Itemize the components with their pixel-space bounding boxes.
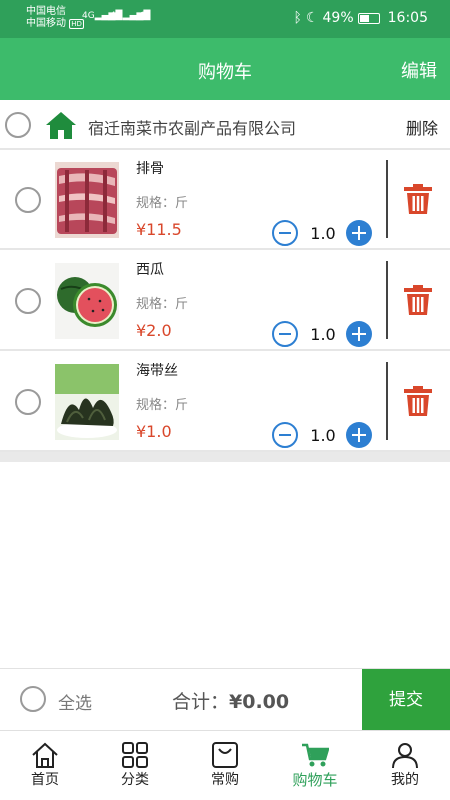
select-all-checkbox[interactable] [20,686,46,712]
increase-button[interactable] [346,220,372,246]
clock: 16:05 [387,10,428,26]
total-amount: 合计：¥0.00 [172,687,289,714]
product-image-watermelon [55,263,119,339]
tab-label: 我的 [391,772,419,788]
product-image-kelp [55,364,119,440]
product-price: ¥2.0 [136,321,172,340]
status-right: ᛒ ☾ 49% 16:05 [294,10,428,26]
tab-label: 常购 [211,772,239,788]
product-name: 西瓜 [136,262,164,278]
submit-button[interactable]: 提交 [362,669,450,731]
battery-percent: 49% [322,10,354,26]
quantity-stepper: 1.0 [272,422,374,450]
cart-item: 排骨 规格：斤 ¥11.5 1.0 [0,150,450,250]
moon-icon: ☾ [305,10,319,26]
select-all-label[interactable]: 全选 [58,689,92,714]
product-price: ¥11.5 [136,220,182,239]
tab-category[interactable]: 分类 [90,731,180,800]
trash-icon[interactable] [404,386,432,416]
home-icon [46,112,76,139]
cart-item: 西瓜 规格：斤 ¥2.0 1.0 [0,251,450,351]
edit-button[interactable]: 编辑 [401,57,437,83]
page-title: 购物车 [198,62,252,83]
decrease-button[interactable] [272,321,298,347]
cart-icon [302,743,329,767]
decrease-button[interactable] [272,220,298,246]
tab-frequent[interactable]: 常购 [180,731,270,800]
product-spec: 规格：斤 [136,196,189,211]
divider [386,362,388,440]
product-name: 排骨 [136,161,164,177]
tab-label: 分类 [121,772,149,788]
home-icon [32,742,58,768]
user-icon [392,743,418,769]
product-spec: 规格：斤 [136,398,189,413]
product-spec: 规格：斤 [136,297,189,312]
total-label: 合计： [172,691,230,713]
store-name[interactable]: 宿迁南菜市农副产品有限公司 [88,115,296,139]
product-price: ¥1.0 [136,422,172,441]
carrier-telecom: 中国电信 [26,6,66,17]
tab-home[interactable]: 首页 [0,731,90,800]
increase-button[interactable] [346,321,372,347]
checkout-bar: 全选 合计：¥0.00 提交 [0,668,450,731]
item-select-checkbox[interactable] [15,187,41,213]
delete-button[interactable]: 删除 [406,115,438,139]
wifi-icon: ◠ [138,9,150,24]
store-select-checkbox[interactable] [5,112,31,138]
total-value: ¥0.00 [229,691,290,713]
quantity-stepper: 1.0 [272,220,374,248]
store-row: 宿迁南菜市农副产品有限公司 删除 [0,100,450,150]
tab-label: 首页 [31,772,59,788]
bluetooth-icon: ᛒ [293,10,302,26]
carrier-info: 中国电信 中国移动 HD [26,6,84,30]
bottom-tab-bar: 首页 分类 常购 购物车 我的 [0,730,450,800]
item-select-checkbox[interactable] [15,389,41,415]
divider [386,160,388,238]
battery-icon [357,12,380,24]
item-select-checkbox[interactable] [15,288,41,314]
quantity-value[interactable]: 1.0 [306,426,340,445]
tab-label: 购物车 [292,771,338,789]
tab-profile[interactable]: 我的 [360,731,450,800]
list-end-divider [0,452,450,462]
quantity-stepper: 1.0 [272,321,374,349]
status-bar: 中国电信 中国移动 HD 4G▂▄▆█ 4G▂▄▆█ ◠ ᛒ ☾ 49% 16:… [0,0,450,38]
cart-item: 海带丝 规格：斤 ¥1.0 1.0 [0,352,450,452]
quantity-value[interactable]: 1.0 [306,325,340,344]
trash-icon[interactable] [404,184,432,214]
product-image-ribs [55,162,119,238]
product-name: 海带丝 [136,363,178,379]
divider [386,261,388,339]
nav-bar: 购物车 编辑 [0,38,450,100]
increase-button[interactable] [346,422,372,448]
grid-icon [122,742,148,768]
bag-icon [212,742,238,768]
tab-cart[interactable]: 购物车 [270,731,360,800]
trash-icon[interactable] [404,285,432,315]
carrier-mobile: 中国移动 [26,18,66,29]
decrease-button[interactable] [272,422,298,448]
quantity-value[interactable]: 1.0 [306,224,340,243]
